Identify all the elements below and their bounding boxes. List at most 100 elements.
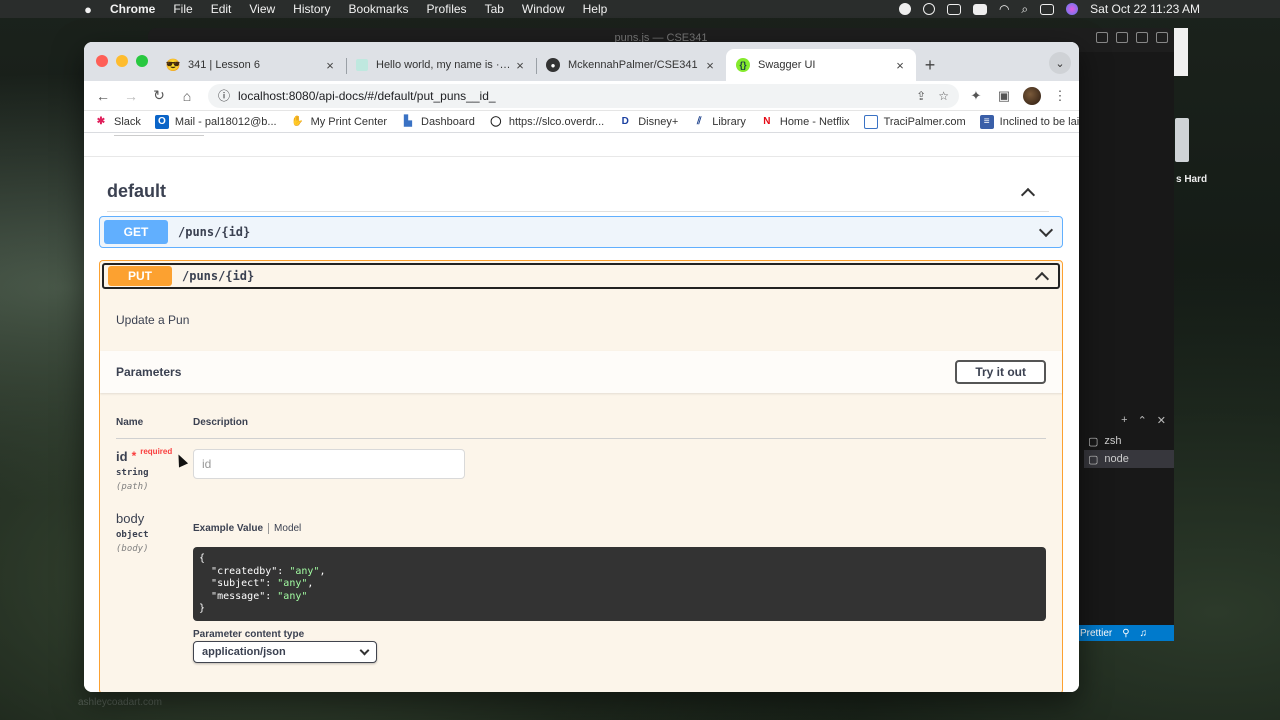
bookmark-tracipalmer[interactable]: TraciPalmer.com	[863, 114, 966, 129]
layout-icon[interactable]	[1116, 32, 1128, 43]
menu-help[interactable]: Help	[583, 2, 608, 16]
close-icon[interactable]: ×	[702, 58, 718, 73]
bookmark-library[interactable]: ⫽ Library	[692, 115, 746, 129]
section-title: default	[107, 181, 167, 201]
chevron-up-icon[interactable]	[1034, 269, 1048, 283]
terminal-tab[interactable]: ▢ node	[1084, 450, 1174, 468]
menu-tab[interactable]: Tab	[485, 2, 504, 16]
chevron-up-icon[interactable]	[1021, 185, 1035, 199]
terminal-icon: ▢	[1088, 435, 1099, 448]
close-window-button[interactable]	[96, 55, 108, 67]
siri-icon[interactable]	[1066, 3, 1079, 15]
menu-view[interactable]: View	[249, 2, 275, 16]
extensions-icon[interactable]: ✦	[965, 85, 987, 107]
menu-app-name[interactable]: Chrome	[110, 2, 155, 16]
close-icon[interactable]: ×	[512, 58, 528, 73]
try-it-out-button[interactable]: Try it out	[955, 360, 1046, 384]
terminal-tab-list: + ⌃ ✕ ▢ zsh ▢ node	[1084, 414, 1174, 468]
layout-icon[interactable]	[1156, 32, 1168, 43]
close-icon[interactable]: ✕	[1157, 414, 1166, 432]
more-menu-icon[interactable]: ⋮	[1049, 85, 1071, 107]
bookmark-print-center[interactable]: ✋ My Print Center	[291, 115, 387, 129]
star-icon[interactable]: ☆	[938, 89, 949, 103]
menu-datetime[interactable]: Sat Oct 22 11:23 AM	[1090, 2, 1200, 16]
menu-profiles[interactable]: Profiles	[427, 2, 467, 16]
chevron-up-icon[interactable]: ⌃	[1138, 414, 1147, 432]
id-input[interactable]	[193, 449, 465, 479]
reload-button[interactable]: ↻	[148, 85, 170, 107]
bookmark-netflix[interactable]: N Home - Netflix	[760, 115, 850, 129]
bookmark-label: Home - Netflix	[779, 115, 850, 128]
bookmark-mail[interactable]: O Mail - pal18012@b...	[154, 114, 277, 129]
forward-button[interactable]: →	[120, 85, 142, 107]
apple-icon[interactable]: ●	[80, 2, 96, 17]
menu-edit[interactable]: Edit	[211, 2, 232, 16]
info-icon[interactable]: ⓘ	[218, 87, 230, 104]
example-model-tabs: Example Value Model	[193, 523, 301, 534]
address-bar[interactable]: ⓘ localhost:8080/api-docs/#/default/put_…	[208, 83, 959, 108]
home-button[interactable]: ⌂	[176, 85, 198, 107]
share-icon[interactable]: ⇪	[916, 89, 926, 103]
bookmark-disney[interactable]: D Disney+	[618, 115, 679, 129]
required-star: *	[131, 449, 137, 463]
prettier-status[interactable]: Prettier	[1080, 628, 1112, 639]
divider	[268, 523, 270, 534]
terminal-tab[interactable]: ▢ zsh	[1084, 432, 1174, 450]
control-center-icon[interactable]	[1040, 3, 1055, 15]
content-type-select[interactable]: application/json	[193, 641, 377, 663]
browser-tab-lesson[interactable]: 😎 341 | Lesson 6 ×	[156, 49, 346, 81]
browser-tab-swagger[interactable]: {} Swagger UI ×	[726, 49, 916, 81]
close-icon[interactable]: ×	[322, 58, 338, 73]
menu-history[interactable]: History	[293, 2, 330, 16]
new-tab-button[interactable]: +	[916, 49, 944, 81]
back-button[interactable]: ←	[92, 85, 114, 107]
screen-mirror-icon[interactable]	[946, 3, 961, 15]
zoom-window-button[interactable]	[136, 55, 148, 67]
chevron-down-icon[interactable]	[1038, 225, 1052, 239]
menu-window[interactable]: Window	[522, 2, 565, 16]
tab-search-button[interactable]: ⌄	[1049, 52, 1071, 74]
bell-icon[interactable]: ♫	[1140, 628, 1148, 639]
section-header[interactable]: default	[107, 172, 1049, 212]
profile-avatar[interactable]	[1021, 85, 1043, 107]
wifi-icon[interactable]: ◠	[999, 2, 1009, 16]
record-stop-icon[interactable]	[898, 3, 911, 15]
background-editor-side	[1078, 52, 1174, 640]
operation-summary[interactable]: PUT /puns/{id}	[102, 263, 1060, 289]
layout-icon[interactable]	[1096, 32, 1108, 43]
feedback-icon[interactable]: ⚲	[1122, 628, 1129, 639]
divider	[84, 156, 1079, 157]
search-icon[interactable]: ⌕	[1021, 2, 1028, 17]
get-operation-block[interactable]: GET /puns/{id}	[99, 216, 1063, 248]
tab-example-value[interactable]: Example Value	[193, 523, 263, 534]
play-icon[interactable]	[922, 3, 935, 15]
background-panel-edge	[1174, 28, 1188, 76]
plus-icon[interactable]: +	[1121, 414, 1127, 432]
battery-icon[interactable]	[972, 3, 987, 15]
swagger-icon: {}	[736, 58, 750, 72]
side-panel-icon[interactable]: ▣	[993, 85, 1015, 107]
chevron-down-icon	[359, 645, 370, 655]
bookmark-inclined[interactable]: ≡ Inclined to be laid...	[979, 114, 1079, 129]
bookmark-slack[interactable]: ✱ Slack	[94, 115, 141, 129]
address-url[interactable]: localhost:8080/api-docs/#/default/put_pu…	[238, 89, 496, 103]
layout-icon[interactable]	[1136, 32, 1148, 43]
close-icon[interactable]: ×	[892, 58, 908, 73]
tab-model[interactable]: Model	[274, 523, 301, 534]
bookmark-dashboard[interactable]: ▙ Dashboard	[401, 115, 475, 129]
menu-bookmarks[interactable]: Bookmarks	[349, 2, 409, 16]
outlook-icon: O	[154, 114, 169, 129]
menu-file[interactable]: File	[173, 2, 192, 16]
hard-drive-icon[interactable]	[1175, 118, 1189, 162]
background-window-layout-controls[interactable]	[1096, 32, 1168, 43]
sunglasses-emoji-icon: 😎	[165, 58, 181, 72]
operation-summary[interactable]: GET /puns/{id}	[100, 217, 1062, 247]
bookmark-label: Slack	[114, 115, 141, 128]
minimize-window-button[interactable]	[116, 55, 128, 67]
bookmark-overdrive[interactable]: ◯ https://slco.overdr...	[489, 115, 604, 129]
example-value-code[interactable]: { "createdby": "any", "subject": "any", …	[193, 547, 1046, 621]
reload-icon: ↻	[153, 87, 165, 103]
browser-tab-hello[interactable]: Hello world, my name is · Web ×	[346, 49, 536, 81]
code-value: "any"	[277, 590, 308, 602]
browser-tab-github[interactable]: ● MckennahPalmer/CSE341 ×	[536, 49, 726, 81]
